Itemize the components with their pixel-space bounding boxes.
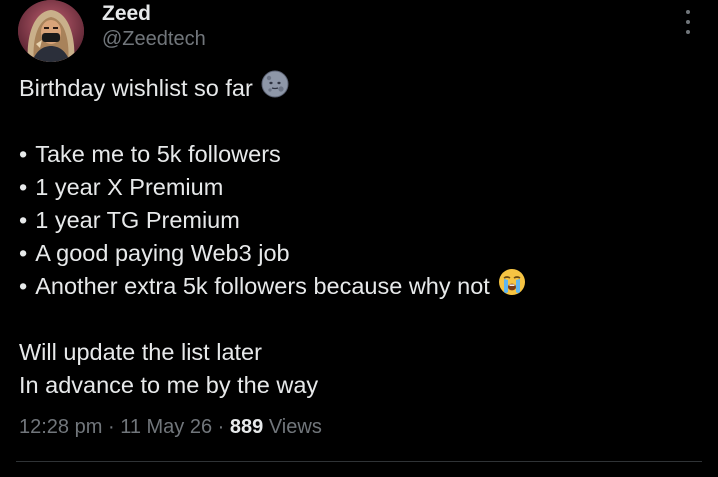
tweet: Zeed @Zeedtech Birthday wishlist so far — [0, 0, 718, 477]
bullet: • — [19, 207, 28, 233]
list-item: • 1 year TG Premium — [19, 204, 699, 237]
author-display-name[interactable]: Zeed — [102, 2, 151, 26]
post-text: Birthday wishlist so far • Take me to 5k… — [19, 70, 699, 402]
list-item: • A good paying Web3 job — [19, 237, 699, 270]
divider — [16, 461, 702, 462]
post-outro-line: Will update the list later — [19, 336, 699, 369]
views-label[interactable]: Views — [269, 416, 322, 438]
views-count[interactable]: 889 — [230, 416, 263, 438]
list-item: • Another extra 5k followers because why… — [19, 268, 699, 305]
post-intro-line: Birthday wishlist so far — [19, 70, 699, 107]
list-item-text: Another extra 5k followers because why n… — [35, 273, 490, 299]
post-outro-line: In advance to me by the way — [19, 369, 699, 402]
post-date[interactable]: 11 May 26 — [120, 416, 212, 438]
post-time[interactable]: 12:28 pm — [19, 416, 102, 438]
more-vertical-icon-dot-3 — [686, 30, 690, 34]
loudly-crying-face-emoji — [498, 268, 526, 305]
list-item-text: 1 year X Premium — [35, 174, 224, 200]
post-outro: In advance to me by the way — [19, 372, 319, 398]
post-intro: Birthday wishlist so far — [19, 75, 253, 101]
list-item-text: Take me to 5k followers — [35, 141, 281, 167]
new-moon-face-emoji — [261, 70, 289, 107]
bullet: • — [19, 174, 28, 200]
list-item: • Take me to 5k followers — [19, 138, 699, 171]
post-meta: 12:28 pm · 11 May 26 · 889 Views — [19, 413, 322, 441]
author-avatar[interactable] — [18, 0, 84, 62]
avatar-hijab-woman-icon — [18, 0, 84, 62]
bullet: • — [19, 141, 28, 167]
more-vertical-icon — [686, 10, 690, 14]
more-options-button[interactable] — [678, 10, 698, 34]
post-outro: Will update the list later — [19, 339, 262, 365]
bullet: • — [19, 240, 28, 266]
meta-separator: · — [217, 416, 225, 438]
bullet: • — [19, 273, 28, 299]
meta-separator: · — [107, 416, 115, 438]
list-item-text: 1 year TG Premium — [35, 207, 240, 233]
list-item: • 1 year X Premium — [19, 171, 699, 204]
list-item-text: A good paying Web3 job — [35, 240, 290, 266]
author-handle[interactable]: @Zeedtech — [102, 27, 206, 51]
more-vertical-icon-dot-2 — [686, 20, 690, 24]
